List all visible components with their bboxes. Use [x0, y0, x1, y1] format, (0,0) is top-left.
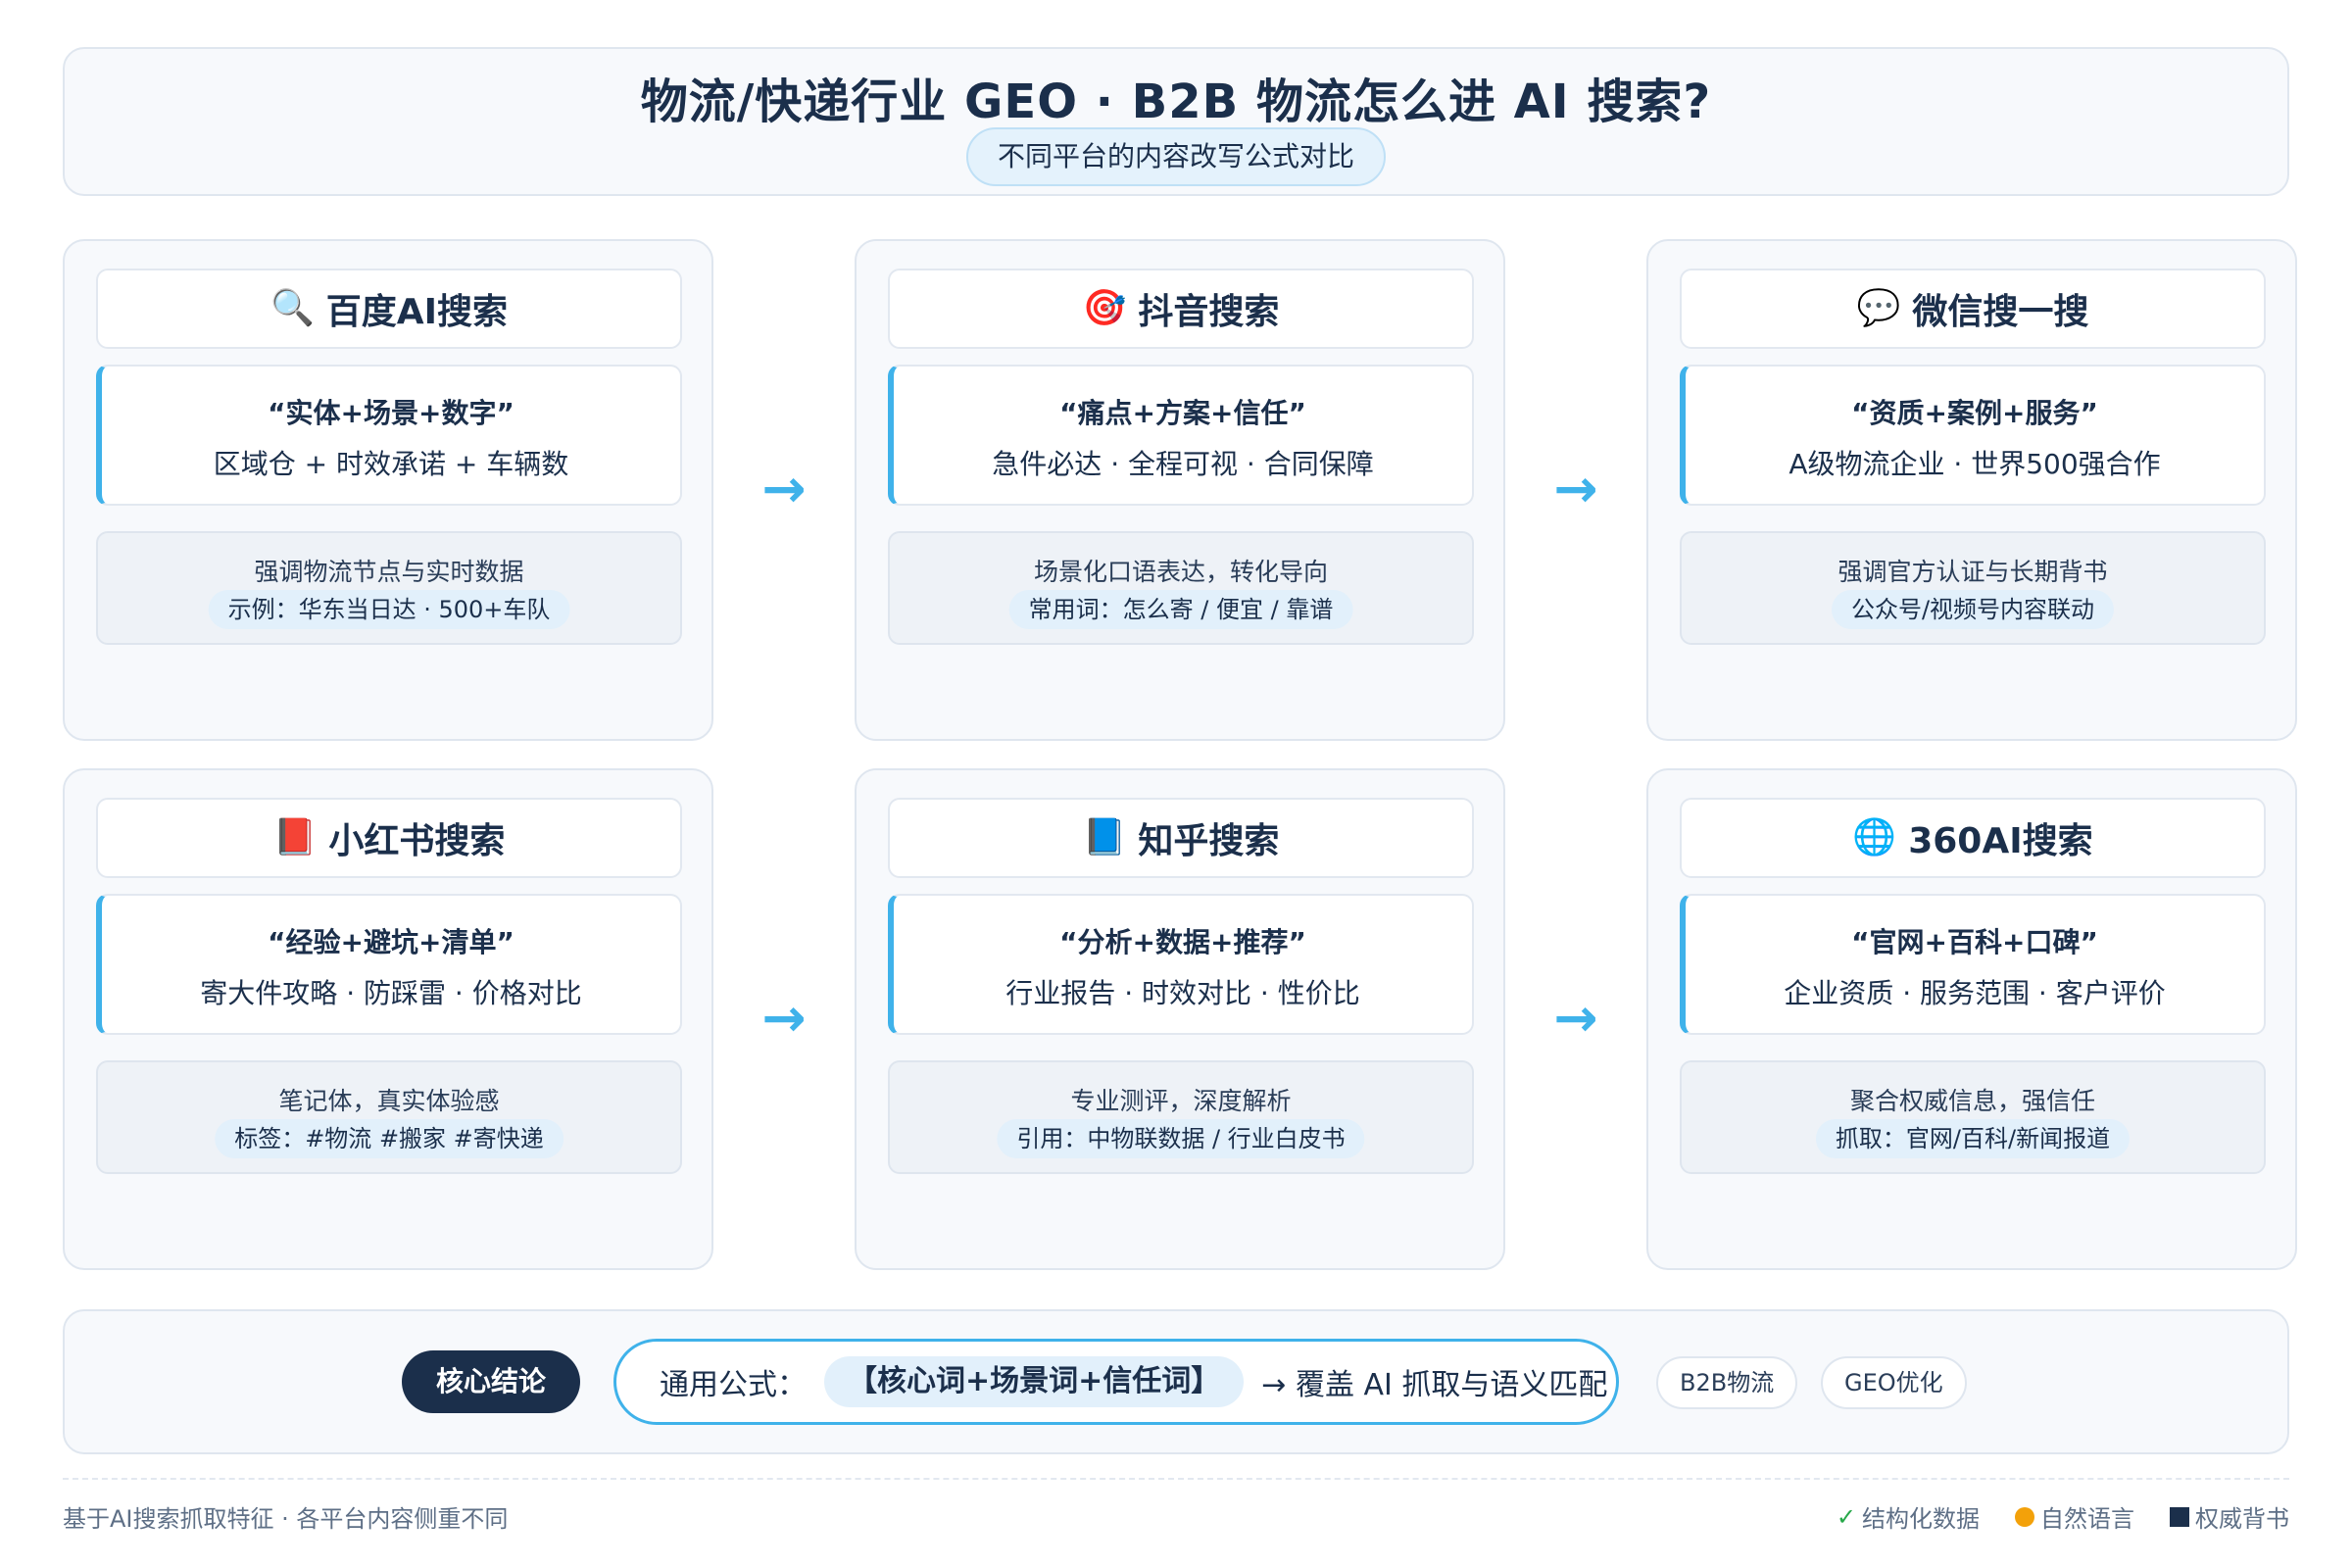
legend-item: 权威背书 — [2170, 1499, 2289, 1534]
platform-name: 百度AI搜索 — [325, 292, 509, 332]
target-icon: 🎯 — [1082, 288, 1127, 328]
formula-box: “官网+百科+口碑” 企业资质 · 服务范围 · 客户评价 — [1680, 894, 2266, 1035]
formula-text: “资质+案例+服务” — [1851, 397, 2098, 429]
platform-card-360: 🌐 360AI搜索 “官网+百科+口碑” 企业资质 · 服务范围 · 客户评价 … — [1646, 768, 2297, 1270]
platform-name: 知乎搜索 — [1138, 821, 1280, 861]
formula-box: “痛点+方案+信任” 急件必达 · 全程可视 · 合同保障 — [888, 365, 1474, 506]
formula-text: “实体+场景+数字” — [268, 397, 514, 429]
platform-card-zhihu: 📘 知乎搜索 “分析+数据+推荐” 行业报告 · 时效对比 · 性价比 专业测评… — [855, 768, 1505, 1270]
speech-bubble-icon: 💬 — [1856, 288, 1901, 328]
card-title: 🌐 360AI搜索 — [1680, 798, 2266, 878]
blue-book-icon: 📘 — [1082, 817, 1127, 858]
platform-card-xiaohongshu: 📕 小红书搜索 “经验+避坑+清单” 寄大件攻略 · 防踩雷 · 价格对比 笔记… — [63, 768, 713, 1270]
note-text: 专业测评，深度解析 — [1070, 1087, 1292, 1115]
note-text: 笔记体，真实体验感 — [278, 1087, 500, 1115]
example-badge: 引用：中物联数据 / 行业白皮书 — [997, 1119, 1365, 1158]
legend-label: 结构化数据 — [1862, 1505, 1980, 1533]
general-formula-pill: 通用公式： 【核心词+场景词+信任词】 → 覆盖 AI 抓取与语义匹配 — [613, 1339, 1619, 1425]
page-title: 物流/快递行业 GEO · B2B 物流怎么进 AI 搜索? — [640, 74, 1712, 129]
note-text: 场景化口语表达，转化导向 — [1033, 558, 1328, 586]
example-badge: 公众号/视频号内容联动 — [1831, 590, 2115, 629]
platform-name: 360AI搜索 — [1908, 821, 2093, 861]
formula-elements: 区域仓 + 时效承诺 + 车辆数 — [213, 448, 569, 480]
formula-highlight: 【核心词+场景词+信任词】 — [824, 1356, 1245, 1407]
platform-card-wechat: 💬 微信搜一搜 “资质+案例+服务” A级物流企业 · 世界500强合作 强调官… — [1646, 239, 2297, 741]
platform-card-douyin: 🎯 抖音搜索 “痛点+方案+信任” 急件必达 · 全程可视 · 合同保障 场景化… — [855, 239, 1505, 741]
flow-arrow-icon: → — [1553, 458, 1598, 519]
platform-card-baidu: 🔍 百度AI搜索 “实体+场景+数字” 区域仓 + 时效承诺 + 车辆数 强调物… — [63, 239, 713, 741]
globe-icon: 🌐 — [1852, 817, 1897, 858]
footer-note: 基于AI搜索抓取特征 · 各平台内容侧重不同 — [63, 1505, 509, 1533]
formula-elements: 企业资质 · 服务范围 · 客户评价 — [1784, 977, 2166, 1009]
platform-name: 微信搜一搜 — [1912, 292, 2089, 332]
legend-label: 权威背书 — [2195, 1505, 2289, 1533]
orange-dot-icon — [2015, 1506, 2034, 1527]
card-title: 🔍 百度AI搜索 — [96, 269, 682, 349]
note-box: 强调物流节点与实时数据 示例：华东当日达 · 500+车队 — [96, 531, 682, 645]
formula-result: → 覆盖 AI 抓取与语义匹配 — [1261, 1368, 1608, 1402]
card-title: 🎯 抖音搜索 — [888, 269, 1474, 349]
conclusion-panel: 核心结论 通用公式： 【核心词+场景词+信任词】 → 覆盖 AI 抓取与语义匹配… — [63, 1309, 2289, 1454]
formula-elements: 寄大件攻略 · 防踩雷 · 价格对比 — [200, 977, 582, 1009]
note-box: 专业测评，深度解析 引用：中物联数据 / 行业白皮书 — [888, 1060, 1474, 1174]
footer-divider — [63, 1478, 2289, 1480]
note-text: 强调物流节点与实时数据 — [254, 558, 524, 586]
platform-name: 抖音搜索 — [1138, 292, 1280, 332]
card-title: 💬 微信搜一搜 — [1680, 269, 2266, 349]
tag-b2b-logistics: B2B物流 — [1656, 1356, 1798, 1409]
formula-box: “资质+案例+服务” A级物流企业 · 世界500强合作 — [1680, 365, 2266, 506]
note-box: 笔记体，真实体验感 标签：#物流 #搬家 #寄快递 — [96, 1060, 682, 1174]
legend-item: 自然语言 — [2015, 1499, 2134, 1534]
example-badge: 常用词：怎么寄 / 便宜 / 靠谱 — [1008, 590, 1353, 629]
platform-name: 小红书搜索 — [328, 821, 506, 861]
note-box: 强调官方认证与长期背书 公众号/视频号内容联动 — [1680, 531, 2266, 645]
formula-elements: 行业报告 · 时效对比 · 性价比 — [1005, 977, 1360, 1009]
tag-geo-optimization: GEO优化 — [1821, 1356, 1967, 1409]
example-badge: 抓取：官网/百科/新闻报道 — [1815, 1119, 2131, 1158]
formula-text: “痛点+方案+信任” — [1059, 397, 1306, 429]
conclusion-label: 核心结论 — [402, 1350, 580, 1413]
example-badge: 标签：#物流 #搬家 #寄快递 — [215, 1119, 564, 1158]
formula-box: “分析+数据+推荐” 行业报告 · 时效对比 · 性价比 — [888, 894, 1474, 1035]
magnifier-icon: 🔍 — [270, 288, 315, 328]
formula-box: “实体+场景+数字” 区域仓 + 时效承诺 + 车辆数 — [96, 365, 682, 506]
note-box: 聚合权威信息，强信任 抓取：官网/百科/新闻报道 — [1680, 1060, 2266, 1174]
formula-elements: 急件必达 · 全程可视 · 合同保障 — [992, 448, 1374, 480]
red-book-icon: 📕 — [272, 817, 318, 858]
example-badge: 示例：华东当日达 · 500+车队 — [208, 590, 570, 629]
card-title: 📕 小红书搜索 — [96, 798, 682, 878]
formula-box: “经验+避坑+清单” 寄大件攻略 · 防踩雷 · 价格对比 — [96, 894, 682, 1035]
note-box: 场景化口语表达，转化导向 常用词：怎么寄 / 便宜 / 靠谱 — [888, 531, 1474, 645]
flow-arrow-icon: → — [761, 458, 807, 519]
formula-elements: A级物流企业 · 世界500强合作 — [1788, 448, 2161, 480]
legend-item: ✓ 结构化数据 — [1837, 1499, 1980, 1534]
legend: ✓ 结构化数据 自然语言 权威背书 — [1837, 1499, 2289, 1534]
legend-label: 自然语言 — [2040, 1505, 2134, 1533]
formula-text: “分析+数据+推荐” — [1059, 926, 1306, 958]
formula-text: “官网+百科+口碑” — [1851, 926, 2098, 958]
flow-arrow-icon: → — [1553, 987, 1598, 1049]
flow-arrow-icon: → — [761, 987, 807, 1049]
navy-square-icon — [2170, 1506, 2189, 1527]
card-title: 📘 知乎搜索 — [888, 798, 1474, 878]
formula-label: 通用公式： — [660, 1368, 807, 1402]
check-icon: ✓ — [1836, 1502, 1856, 1531]
note-text: 聚合权威信息，强信任 — [1849, 1087, 2095, 1115]
note-text: 强调官方认证与长期背书 — [1838, 558, 2108, 586]
formula-text: “经验+避坑+清单” — [268, 926, 514, 958]
subtitle-badge: 不同平台的内容改写公式对比 — [965, 127, 1387, 186]
header-panel: 物流/快递行业 GEO · B2B 物流怎么进 AI 搜索? 不同平台的内容改写… — [63, 47, 2289, 196]
